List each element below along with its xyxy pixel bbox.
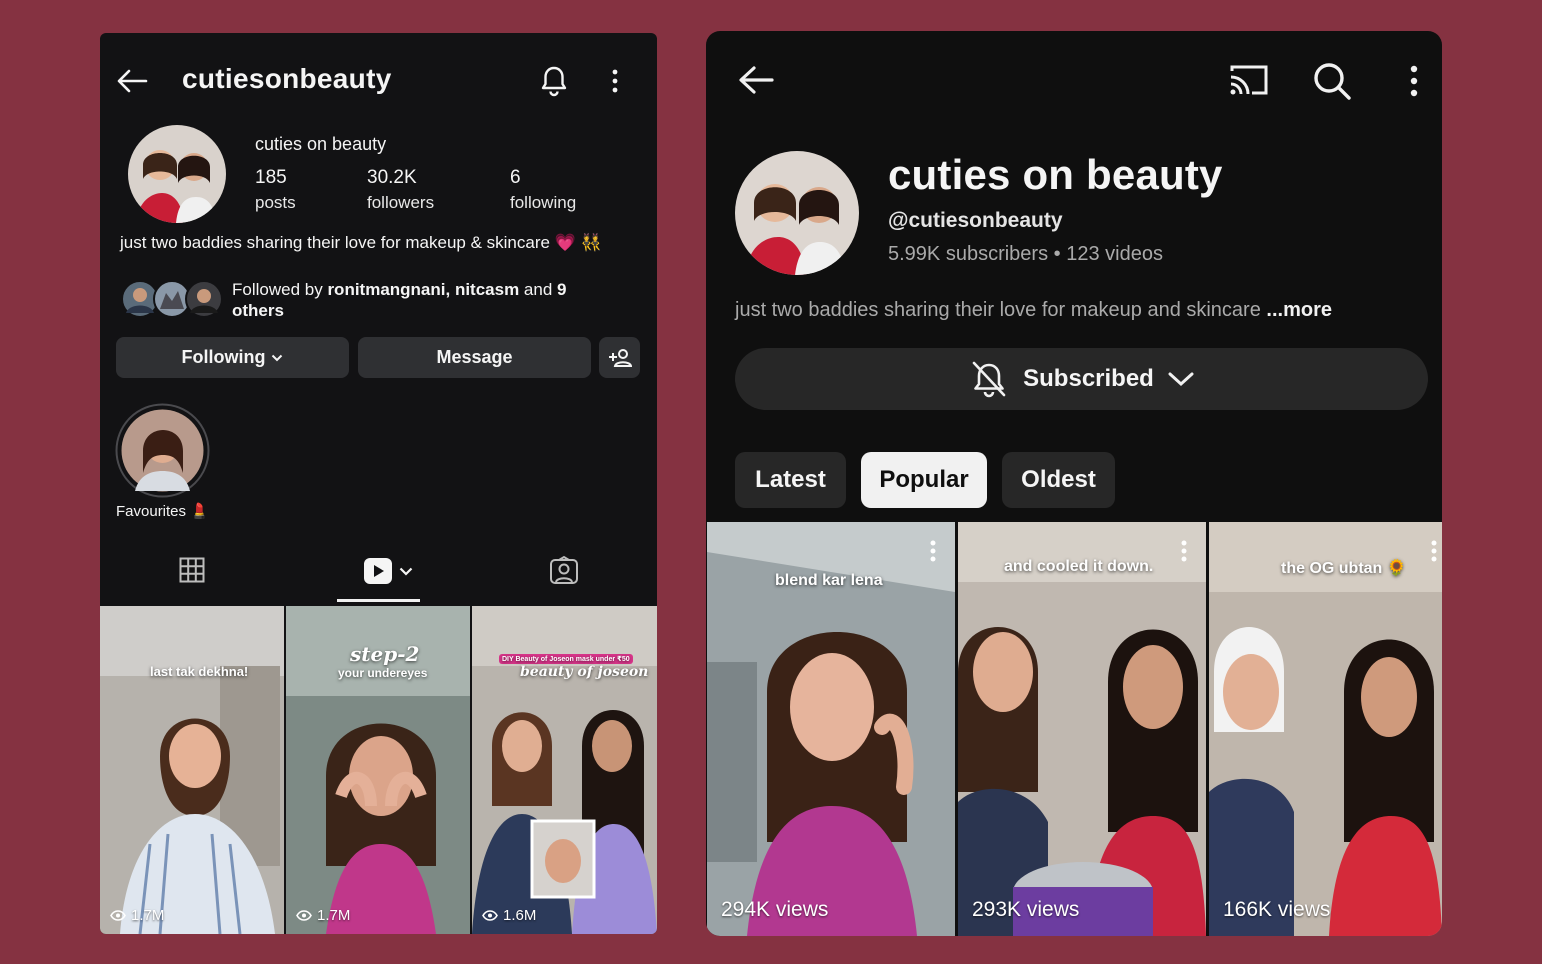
reel-views-count: 1.7M — [317, 907, 351, 924]
bell-off-icon — [969, 359, 1009, 399]
stat-following-label: following — [510, 193, 577, 212]
stat-posts-label: posts — [255, 193, 296, 212]
reel-subcaption: beauty of joseon — [520, 664, 649, 680]
short-caption: blend kar lena — [775, 572, 883, 589]
chip-oldest[interactable]: Oldest — [1002, 452, 1115, 508]
channel-name: cuties on beauty — [888, 151, 1223, 198]
active-tab-indicator — [337, 599, 420, 602]
chevron-down-icon — [271, 354, 283, 362]
stat-following-value: 6 — [510, 167, 521, 188]
followed-by-names: ronitmangnani, nitcasm — [327, 280, 520, 299]
more-vertical-icon[interactable] — [610, 69, 620, 93]
more-link[interactable]: ...more — [1266, 299, 1332, 321]
chip-popular[interactable]: Popular — [861, 452, 987, 508]
back-arrow-icon[interactable] — [116, 69, 148, 93]
subscribed-button[interactable]: Subscribed — [735, 348, 1428, 410]
chevron-down-icon — [1168, 371, 1194, 387]
chip-latest[interactable]: Latest — [735, 452, 846, 508]
stat-posts-value: 185 — [255, 167, 287, 188]
reels-tab[interactable] — [363, 557, 413, 585]
mutual-followers-avatars[interactable] — [120, 279, 224, 319]
stat-followers-label: followers — [367, 193, 435, 212]
add-user-icon — [608, 348, 632, 368]
channel-meta: 5.99K subscribers • 123 videos — [888, 243, 1163, 266]
short-views: 294K views — [721, 898, 829, 921]
reel-thumbnail[interactable]: DIY Beauty of Joseon mask under ₹50 beau… — [472, 606, 657, 934]
add-user-button[interactable] — [599, 337, 640, 378]
followed-by-mid: and — [519, 280, 557, 299]
video-count: 123 videos — [1066, 243, 1163, 265]
channel-description[interactable]: just two baddies sharing their love for … — [735, 299, 1332, 322]
following-button[interactable]: Following — [116, 337, 349, 378]
stat-posts[interactable]: 185 posts — [255, 167, 296, 213]
reels-chevron-down-icon — [399, 567, 413, 576]
profile-username-title: cutiesonbeauty — [182, 63, 392, 94]
more-vertical-icon[interactable] — [1180, 540, 1188, 562]
meta-separator: • — [1053, 243, 1061, 265]
eye-icon — [110, 910, 126, 921]
short-thumbnail[interactable]: and cooled it down. 293K views — [958, 522, 1206, 936]
eye-icon — [482, 910, 498, 921]
highlight-favourites[interactable] — [115, 403, 210, 498]
reel-thumbnail[interactable]: step-2 your undereyes 1.7M — [286, 606, 470, 934]
reel-thumbnail[interactable]: last tak dekhna! 1.7M — [100, 606, 284, 934]
channel-description-text: just two baddies sharing their love for … — [735, 299, 1267, 321]
search-icon[interactable] — [1313, 62, 1351, 100]
grid-tab-icon[interactable] — [179, 557, 205, 583]
short-thumbnail[interactable]: blend kar lena 294K views — [707, 522, 955, 936]
reels-tab-icon — [363, 557, 393, 585]
reel-views: 1.7M — [110, 907, 164, 924]
highlight-label: Favourites 💄 — [116, 503, 209, 520]
followed-by-prefix: Followed by — [232, 280, 328, 299]
reel-caption: step-2 — [350, 642, 420, 666]
reel-caption: last tak dekhna! — [150, 664, 249, 679]
message-button[interactable]: Message — [358, 337, 591, 378]
profile-avatar[interactable] — [128, 125, 226, 223]
short-views: 293K views — [972, 898, 1080, 921]
short-caption: and cooled it down. — [1004, 558, 1154, 575]
reel-views-count: 1.6M — [503, 907, 537, 924]
channel-avatar[interactable] — [735, 151, 859, 275]
profile-display-name: cuties on beauty — [255, 134, 387, 154]
message-button-label: Message — [436, 347, 513, 367]
bell-icon[interactable] — [540, 65, 568, 97]
stat-followers-value: 30.2K — [367, 167, 417, 188]
instagram-profile-panel: cutiesonbeauty cuties on beauty 185 post… — [100, 33, 657, 934]
following-button-label: Following — [181, 347, 266, 367]
followed-by-text[interactable]: Followed by ronitmangnani, nitcasm and 9… — [232, 279, 592, 321]
reel-caption: DIY Beauty of Joseon mask under ₹50 — [499, 654, 633, 664]
more-vertical-icon[interactable] — [929, 540, 937, 562]
youtube-channel-panel: cuties on beauty @cutiesonbeauty 5.99K s… — [706, 31, 1442, 936]
back-arrow-icon[interactable] — [738, 65, 774, 95]
short-caption: the OG ubtan 🌻 — [1281, 560, 1407, 577]
reel-subcaption: your undereyes — [338, 666, 428, 680]
short-views: 166K views — [1223, 898, 1331, 921]
subscriber-count: 5.99K subscribers — [888, 243, 1049, 265]
reel-views: 1.7M — [296, 907, 350, 924]
tagged-tab-icon[interactable] — [549, 555, 579, 585]
reel-views-count: 1.7M — [131, 907, 165, 924]
channel-handle: @cutiesonbeauty — [888, 209, 1063, 232]
cast-icon[interactable] — [1228, 63, 1270, 97]
subscribed-label: Subscribed — [1023, 365, 1154, 392]
stat-following[interactable]: 6 following — [510, 167, 576, 213]
more-vertical-icon[interactable] — [1408, 65, 1420, 97]
profile-bio: just two baddies sharing their love for … — [120, 233, 602, 252]
stat-followers[interactable]: 30.2K followers — [367, 167, 434, 213]
reel-views: 1.6M — [482, 907, 536, 924]
more-vertical-icon[interactable] — [1430, 540, 1438, 562]
short-thumbnail[interactable]: the OG ubtan 🌻 166K views — [1209, 522, 1442, 936]
eye-icon — [296, 910, 312, 921]
